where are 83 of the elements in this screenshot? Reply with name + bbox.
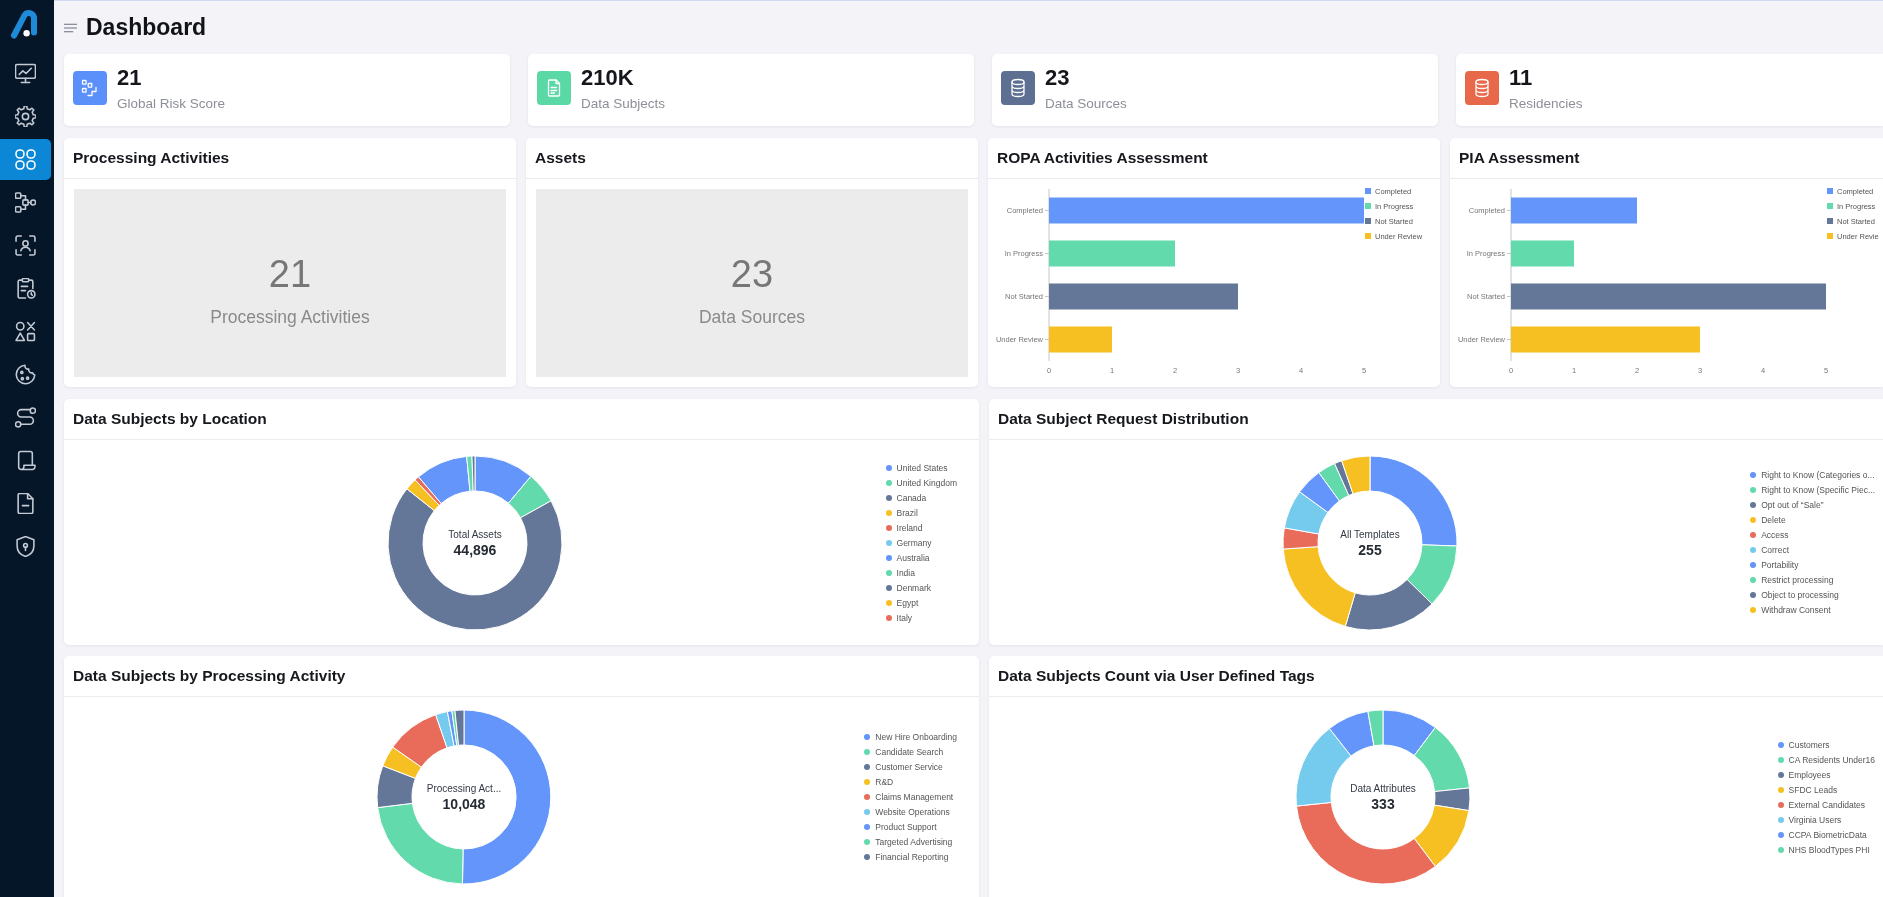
grid-icon [15, 149, 36, 170]
stat-label: Residencies [1509, 95, 1583, 113]
summary-label: Data Sources [699, 306, 805, 328]
card-title: Data Subjects by Processing Activity [73, 667, 346, 685]
stat-value: 23 [1045, 65, 1070, 91]
legend-label: United States [896, 461, 948, 474]
scan-user-icon [15, 235, 36, 256]
stat-label: Global Risk Score [117, 95, 226, 113]
legend-label: Customer Service [875, 761, 943, 773]
legend-label: External Candidates [1788, 798, 1866, 811]
center-label: Data Attributes [1350, 783, 1417, 794]
legend-label: Brazil [896, 506, 918, 519]
legend-label: Website Operations [875, 806, 950, 818]
monitor-chart-icon [15, 63, 36, 84]
stat-value: 11 [1509, 65, 1533, 91]
legend-label: Ireland [896, 521, 923, 534]
legend-label: Delete [1761, 514, 1786, 526]
route-icon [15, 407, 36, 428]
clipboard-clock-icon [15, 278, 36, 299]
legend-label: NHS BloodTypes PHI [1788, 843, 1870, 856]
summary-value: 21 [268, 254, 312, 293]
center-value: 255 [1357, 541, 1382, 558]
center-value: 10,048 [442, 796, 486, 812]
legend-label: Correct [1761, 544, 1789, 556]
center-label: All Templates [1339, 528, 1400, 540]
stat-label: Data Sources [1045, 95, 1127, 113]
card-title: Assets [535, 149, 586, 167]
legend-label: Denmark [896, 581, 931, 594]
card-title: Data Subjects by Location [73, 410, 267, 428]
legend-label: Canada [896, 491, 927, 504]
center-value: 44,896 [453, 541, 497, 558]
card-title: Data Subjects Count via User Defined Tags [998, 667, 1315, 685]
card-title: ROPA Activities Assessment [997, 149, 1208, 167]
legend-label: Restrict processing [1761, 574, 1834, 586]
legend-label: Opt out of “Sale” [1761, 499, 1824, 511]
legend-label: Targeted Advertising [875, 836, 953, 848]
center-label: Total Assets [448, 528, 502, 540]
summary-label: Processing Activities [210, 306, 370, 328]
logo-icon[interactable] [9, 9, 39, 40]
menu-icon[interactable] [64, 22, 77, 33]
legend-label: Right to Know (Categories o... [1761, 469, 1875, 481]
legend-label: Product Support [875, 821, 937, 833]
legend-label: Portability [1761, 559, 1799, 571]
legend-label: India [896, 566, 915, 579]
legend-label: Australia [896, 551, 930, 564]
card-title: Data Subject Request Distribution [998, 410, 1249, 428]
shapes-icon [15, 321, 36, 342]
shield-keyhole-icon [15, 536, 36, 557]
legend-label: Claims Management [875, 791, 954, 803]
legend-label: New Hire Onboarding [875, 731, 957, 743]
legend-label: Egypt [896, 596, 919, 609]
gear-icon [15, 106, 36, 127]
card-title: PIA Assessment [1459, 149, 1580, 167]
cookie-icon [15, 364, 36, 385]
legend-label: Italy [896, 611, 913, 624]
legend-label: Candidate Search [875, 746, 944, 758]
center-label: Processing Act... [426, 783, 502, 794]
flowchart-icon [15, 192, 36, 213]
legend-label: Access [1761, 529, 1789, 541]
center-value: 333 [1371, 796, 1395, 812]
stat-value: 21 [117, 65, 142, 91]
bar [1511, 240, 1574, 267]
document-minus-icon [15, 493, 36, 514]
legend-label: Virginia Users [1788, 813, 1842, 826]
scroll-icon [15, 450, 36, 471]
bar [1049, 326, 1112, 353]
legend-label: Germany [896, 536, 932, 549]
legend-label: Customers [1788, 738, 1830, 751]
card-title: Processing Activities [73, 149, 230, 167]
legend-label: United Kingdom [896, 476, 957, 489]
stat-value: 210K [581, 65, 634, 91]
legend-label: Object to processing [1761, 589, 1839, 601]
page-title: Dashboard [86, 13, 207, 42]
legend-label: CCPA BiometricData [1788, 828, 1867, 841]
legend-label: SFDC Leads [1788, 783, 1838, 796]
legend-label: Financial Reporting [875, 851, 949, 863]
summary-value: 23 [730, 254, 774, 293]
legend-label: R&D [875, 776, 894, 788]
legend-label: CA Residents Under16 [1788, 753, 1875, 766]
stat-label: Data Subjects [581, 95, 666, 113]
legend-label: Employees [1788, 768, 1831, 781]
legend-label: Withdraw Consent [1761, 604, 1831, 616]
legend-label: Right to Know (Specific Piec... [1761, 484, 1875, 496]
